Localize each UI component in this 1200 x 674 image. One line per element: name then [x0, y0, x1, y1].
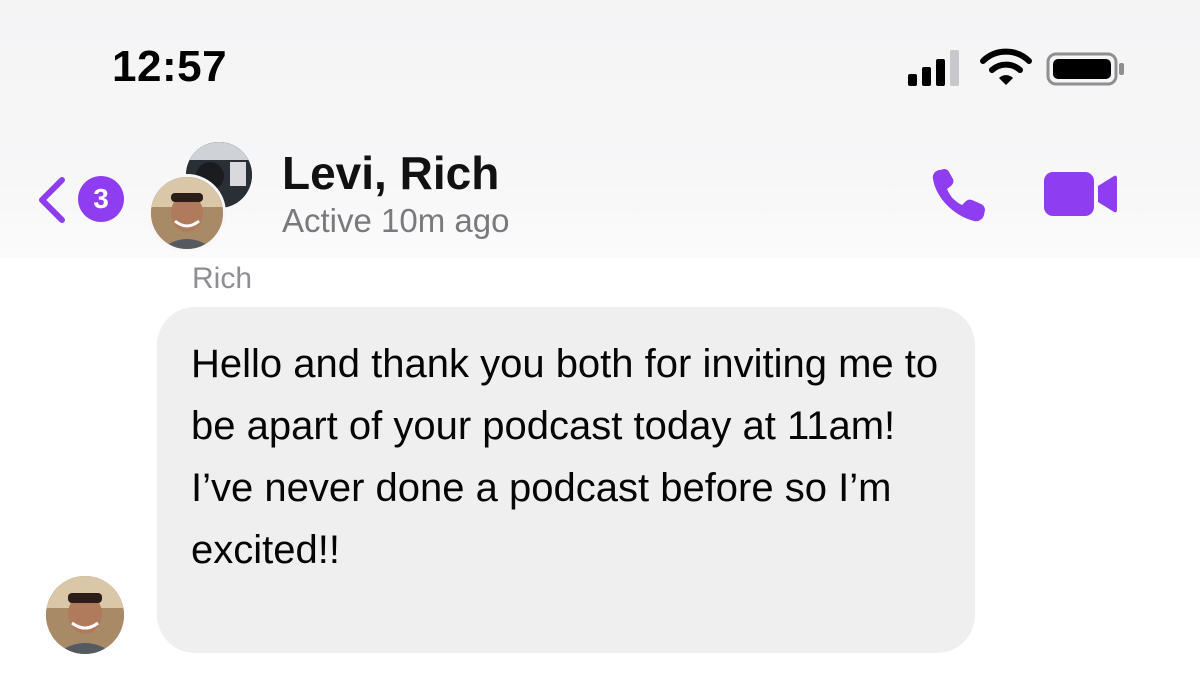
- avatar-rich: [148, 174, 226, 252]
- unread-count-badge: 3: [78, 176, 124, 222]
- active-status: Active 10m ago: [282, 202, 510, 239]
- message-text: Hello and thank you both for inviting me…: [191, 342, 939, 572]
- phone-icon[interactable]: [928, 164, 990, 226]
- chat-title[interactable]: Levi, Rich: [282, 146, 499, 200]
- back-button[interactable]: 3: [34, 170, 130, 230]
- battery-icon: [1046, 52, 1124, 86]
- video-camera-icon[interactable]: [1042, 168, 1118, 220]
- message-bubble[interactable]: Hello and thank you both for inviting me…: [157, 307, 975, 653]
- sender-name: Rich: [192, 262, 253, 295]
- status-time: 12:57: [112, 42, 228, 91]
- group-avatar[interactable]: [148, 142, 256, 252]
- cellular-signal-icon: [908, 50, 959, 86]
- chevron-left-icon: [39, 177, 65, 223]
- wifi-icon: [980, 48, 1032, 85]
- status-bar: 12:57: [0, 0, 1200, 110]
- avatar[interactable]: [46, 576, 124, 654]
- conversation-header: 3 Levi, Rich Active 10m ago: [0, 130, 1200, 258]
